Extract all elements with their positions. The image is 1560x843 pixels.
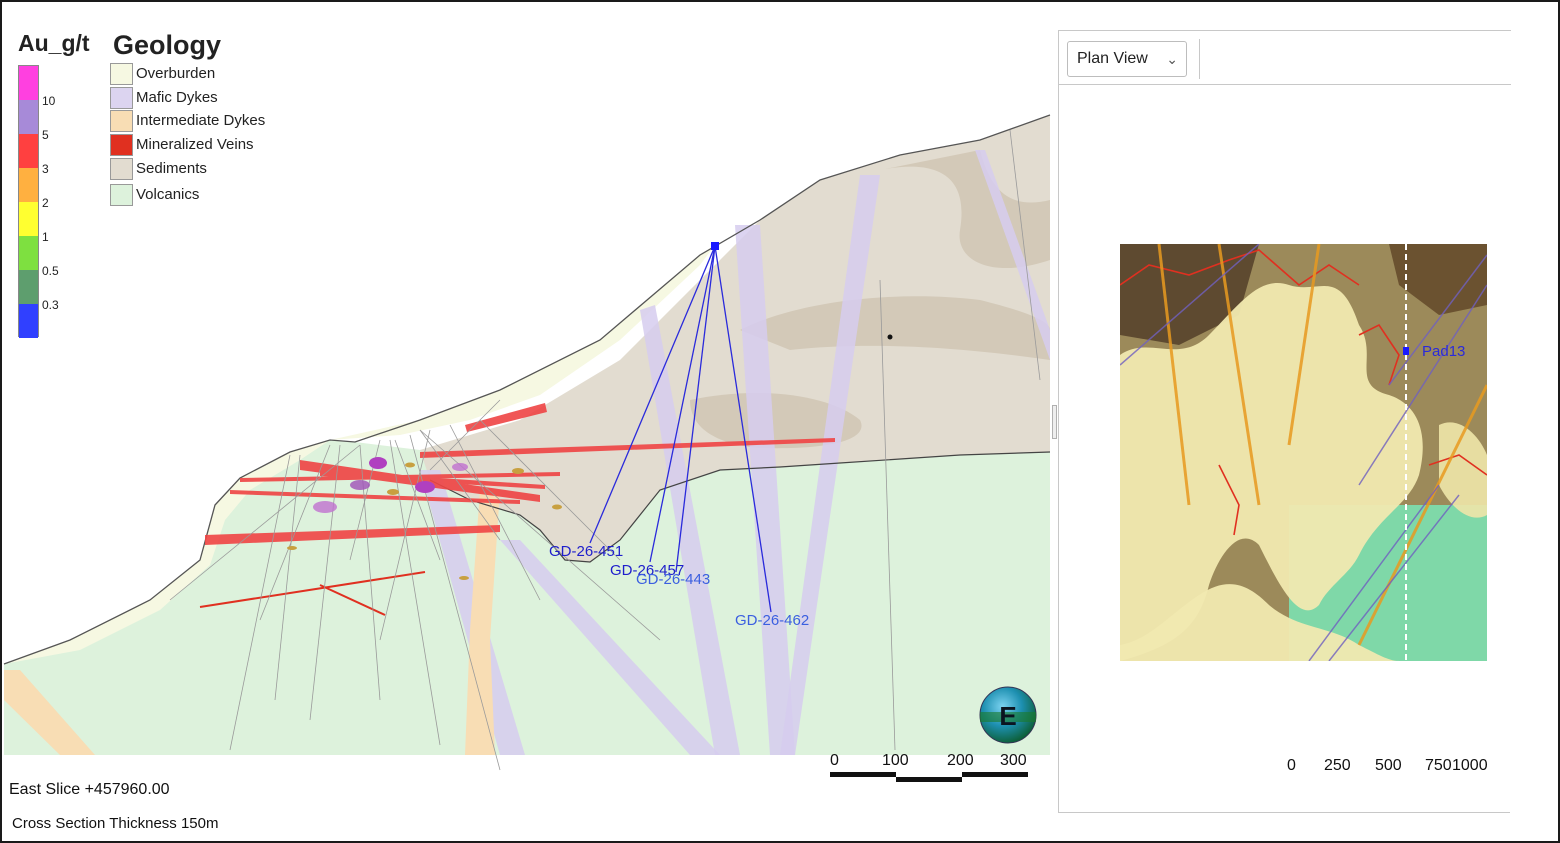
pad-label[interactable]: Pad13 — [1422, 343, 1465, 360]
au-bin-5-10 — [19, 100, 38, 134]
au-tick-label: 5 — [42, 128, 49, 142]
plan-view-panel: Plan View ⌄ Pad13 — [1058, 30, 1511, 813]
section-scalebar-label: 0 — [830, 752, 839, 769]
section-scalebar-label: 300 — [1000, 752, 1027, 769]
plan-scalebar-label: 500 — [1375, 757, 1402, 774]
au-grade-color-bar — [18, 65, 39, 338]
plan-view-toolbar: Plan View ⌄ — [1059, 30, 1511, 85]
geology-legend-label: Volcanics — [136, 186, 200, 203]
mafic-dykes-swatch — [110, 87, 133, 109]
au-bin-1-2 — [19, 202, 38, 236]
plan-scalebar-label: 250 — [1324, 757, 1351, 774]
au-tick-label: 10 — [42, 94, 56, 108]
section-scalebar-label: 200 — [947, 752, 974, 769]
au-legend-title: Au_g/t — [18, 30, 90, 56]
au-bin-0.3-0.5 — [19, 270, 38, 304]
geology-legend-label: Overburden — [136, 65, 216, 82]
slice-position-label: East Slice +457960.00 — [9, 781, 170, 798]
drillhole-label-gd-26-462[interactable]: GD-26-462 — [735, 612, 809, 629]
view-mode-select-value: Plan View — [1077, 50, 1148, 67]
au-tick-label: 1 — [42, 230, 49, 244]
plan-scalebar-label: 1000 — [1452, 757, 1488, 774]
geology-legend-label: Mineralized Veins — [136, 136, 254, 153]
plan-scalebar-label: 0 — [1287, 757, 1296, 774]
section-thickness-label: Cross Section Thickness 150m — [12, 815, 219, 832]
section-scalebar — [830, 772, 1028, 782]
au-bin-2-3 — [19, 168, 38, 202]
au-bin-10-plus — [19, 66, 38, 100]
pad-marker[interactable] — [1403, 347, 1409, 355]
volcanics-swatch — [110, 184, 133, 206]
geology-legend-label: Intermediate Dykes — [136, 112, 266, 129]
drillhole-label-gd-26-451[interactable]: GD-26-451 — [549, 543, 623, 560]
chevron-down-icon: ⌄ — [1166, 51, 1178, 67]
au-tick-label: 3 — [42, 162, 49, 176]
geology-legend-label: Mafic Dykes — [136, 89, 218, 106]
orientation-compass-icon[interactable]: E — [979, 686, 1037, 744]
view-mode-select[interactable]: Plan View ⌄ — [1067, 41, 1187, 77]
toolbar-divider — [1199, 39, 1200, 79]
plan-scalebar-label: 750 — [1425, 757, 1452, 774]
overburden-swatch — [110, 63, 133, 85]
au-tick-label: 2 — [42, 196, 49, 210]
plan-view-map[interactable]: Pad13 — [1059, 85, 1511, 813]
pane-splitter-handle[interactable] — [1052, 405, 1057, 439]
sediments-swatch — [110, 158, 133, 180]
au-bin-3-5 — [19, 134, 38, 168]
geology-legend-label: Sediments — [136, 160, 207, 177]
au-tick-label: 0.5 — [42, 264, 59, 278]
au-bin-below-0.3 — [19, 304, 38, 338]
mineralized-veins-swatch — [110, 134, 133, 156]
geology-legend-title: Geology — [113, 30, 222, 60]
au-bin-0.5-1 — [19, 236, 38, 270]
drill-collar-marker[interactable] — [711, 242, 719, 250]
drillhole-label-gd-26-443[interactable]: GD-26-443 — [636, 571, 710, 588]
section-scalebar-label: 100 — [882, 752, 909, 769]
orientation-letter: E — [999, 701, 1016, 731]
point-marker — [887, 334, 893, 340]
au-tick-label: 0.3 — [42, 298, 59, 312]
intermediate-dykes-swatch — [110, 110, 133, 132]
